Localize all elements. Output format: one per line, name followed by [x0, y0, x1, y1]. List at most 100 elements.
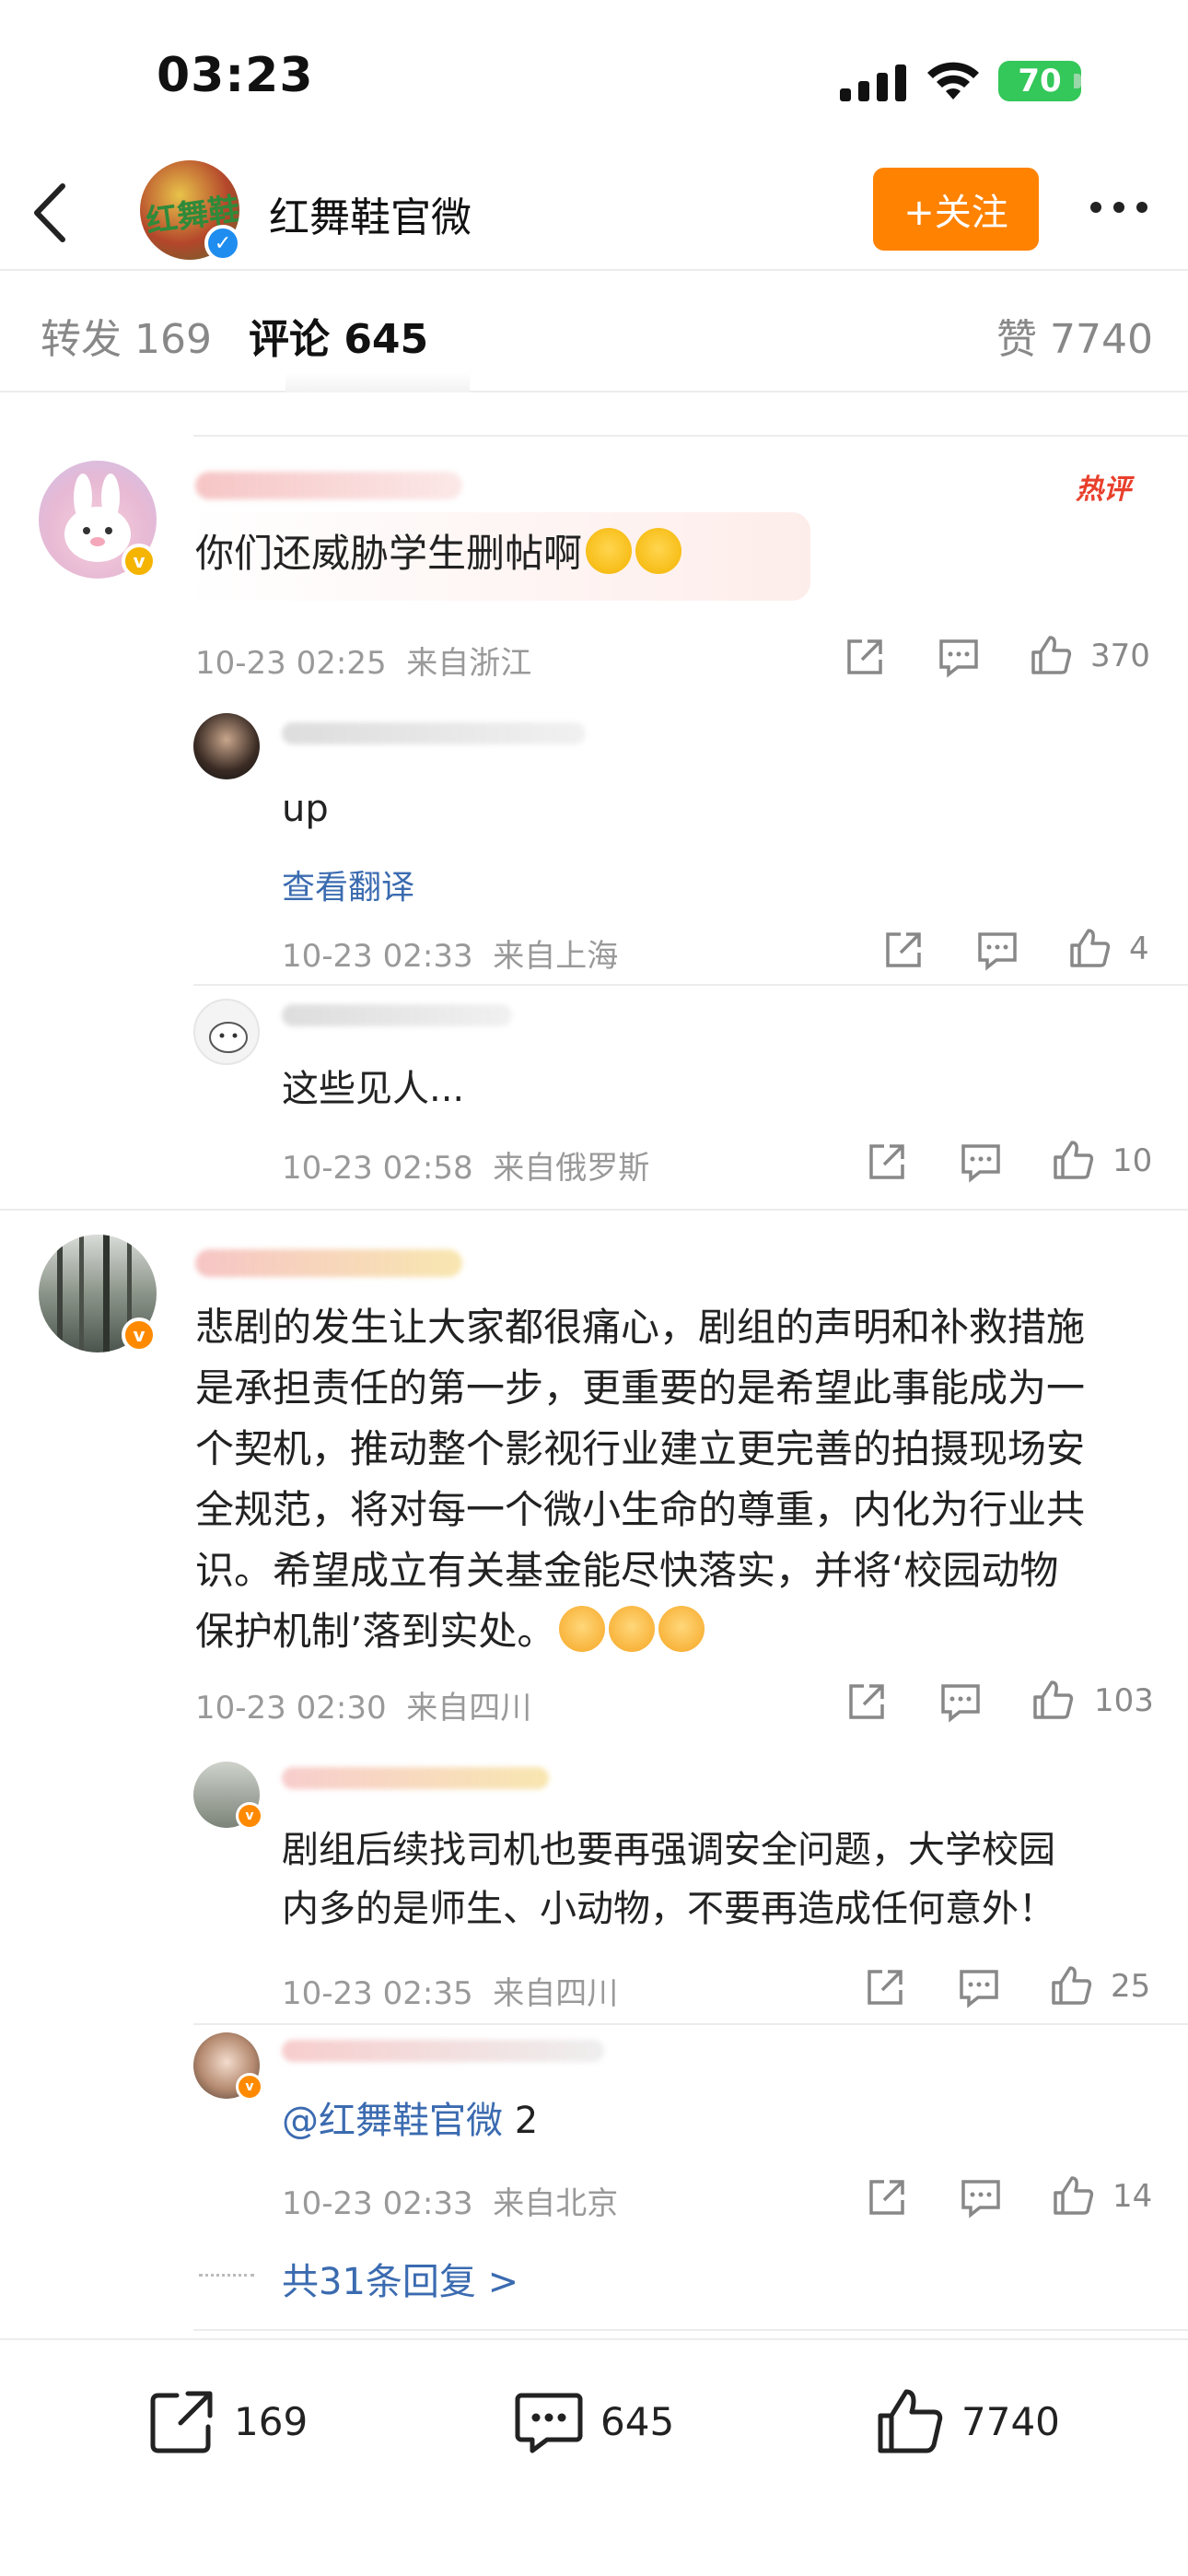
comment-text-content: 你们还威胁学生删帖啊 [195, 531, 583, 576]
sweat-emoji-icon [586, 528, 633, 574]
reply-line: 剧组后续找司机也要再强调安全问题，大学校园 [282, 1829, 1055, 1871]
reply-username-blurred[interactable] [282, 2040, 604, 2062]
comment-line: 是承担责任的第一步，更重要的是希望此事能成为一 [195, 1365, 1086, 1411]
mention-link[interactable]: @红舞鞋官微 [282, 2100, 503, 2142]
row-divider [193, 435, 1188, 437]
status-time: 03:23 [157, 48, 314, 103]
comment-line: 个契机，推动整个影视行业建立更完善的拍摄现场安 [195, 1426, 1086, 1471]
share-icon[interactable] [864, 1966, 906, 2008]
reply-time: 10-23 02:33 [282, 2185, 473, 2222]
share-icon[interactable] [866, 2176, 908, 2219]
reply-icon[interactable] [939, 1680, 982, 1723]
more-replies-dots [199, 2274, 254, 2277]
battery-tip [1074, 74, 1081, 88]
like-count: 7740 [961, 2398, 1060, 2444]
reply-meta: 10-23 02:58 来自俄罗斯 [282, 1142, 649, 1188]
like-count: 25 [1111, 1968, 1151, 2005]
reply-username-blurred[interactable] [282, 722, 586, 744]
like-count: 10 [1112, 1142, 1153, 1179]
share-icon [150, 2391, 213, 2453]
reply-icon[interactable] [960, 2176, 1002, 2219]
reply-avatar[interactable] [193, 713, 260, 779]
like-button[interactable]: 7740 [875, 2386, 1060, 2456]
comment-line: 悲剧的发生让大家都很痛心，剧组的声明和补救措施 [195, 1305, 1086, 1350]
header-divider [0, 269, 1188, 271]
comment-divider [0, 1209, 1188, 1211]
tab-likes[interactable]: 赞 7740 [996, 306, 1153, 365]
reply-time: 10-23 02:58 [282, 1150, 473, 1187]
more-options-icon[interactable] [1087, 193, 1151, 221]
like-icon[interactable] [1050, 1964, 1092, 2007]
reply-icon[interactable] [976, 929, 1019, 971]
comment-text: 你们还威胁学生删帖啊 [195, 523, 682, 584]
back-icon[interactable] [28, 181, 74, 245]
verified-badge-icon: ✓ [204, 225, 241, 262]
sweat-emoji-icon [635, 528, 682, 574]
follow-button[interactable]: +关注 [873, 168, 1039, 251]
verified-badge-icon: v [122, 544, 157, 579]
reply-meta: 10-23 02:35 来自四川 [282, 1968, 618, 2013]
reply-text: 剧组后续找司机也要再强调安全问题，大学校园 内多的是师生、小动物，不要再造成任何… [282, 1821, 1166, 1938]
reply-username-blurred[interactable] [282, 1004, 512, 1026]
row-divider [193, 2329, 1188, 2331]
verified-badge-icon: v [122, 1317, 157, 1352]
cellular-signal-icon [840, 64, 906, 101]
like-icon[interactable] [1052, 2174, 1094, 2217]
share-icon[interactable] [844, 636, 886, 678]
reply-time: 10-23 02:35 [282, 1975, 473, 2012]
username-blurred[interactable] [195, 1249, 462, 1277]
like-count: 370 [1090, 638, 1150, 674]
battery-level: 70 [998, 61, 1081, 101]
reply-text-content: 2 [503, 2100, 539, 2142]
comment-time: 10-23 02:30 [195, 1690, 387, 1727]
reply-text: up [282, 788, 329, 830]
comment-line: 保护机制’落到实处。 [195, 1609, 556, 1654]
tab-comments[interactable]: 评论 645 [249, 306, 428, 365]
wifi-icon [927, 62, 979, 100]
bottom-action-bar [0, 2338, 1188, 2576]
pray-emoji-icon [609, 1606, 656, 1652]
reply-text: @红舞鞋官微 2 [282, 2091, 538, 2150]
comment-meta: 10-23 02:25 来自浙江 [195, 638, 531, 683]
comment-line: 全规范，将对每一个微小生命的尊重，内化为行业共 [195, 1487, 1086, 1532]
repost-count: 169 [234, 2398, 309, 2444]
comment-icon [515, 2393, 583, 2453]
reply-username-blurred[interactable] [282, 1767, 549, 1789]
tabs-divider [0, 391, 1188, 392]
username-blurred[interactable] [195, 472, 462, 499]
cat-avatar-icon [209, 1022, 248, 1053]
like-icon[interactable] [1052, 1139, 1094, 1181]
hot-comment-badge: 热评 [1076, 474, 1131, 506]
tab-reposts[interactable]: 转发 169 [41, 306, 212, 365]
verified-badge-icon: v [236, 1802, 263, 1830]
clipped-previous-row [285, 372, 470, 392]
reply-meta: 10-23 02:33 来自北京 [282, 2178, 618, 2223]
like-icon[interactable] [1031, 1679, 1074, 1721]
comment-button[interactable]: 645 [514, 2386, 674, 2456]
page-title[interactable]: 红舞鞋官微 [269, 184, 472, 243]
comment-meta: 10-23 02:30 来自四川 [195, 1682, 531, 1727]
like-icon[interactable] [1068, 927, 1111, 969]
like-icon[interactable] [1030, 634, 1072, 676]
reply-line: 内多的是师生、小动物，不要再造成任何意外！ [282, 1888, 1055, 1930]
share-icon[interactable] [882, 929, 925, 971]
reply-icon[interactable] [938, 636, 980, 678]
reply-text: 这些见人... [282, 1068, 465, 1110]
share-icon[interactable] [866, 1141, 908, 1183]
reply-icon[interactable] [960, 1141, 1002, 1183]
comment-location: 来自四川 [406, 1690, 532, 1727]
reply-avatar[interactable] [193, 999, 260, 1065]
pray-emoji-icon [559, 1606, 606, 1652]
reply-icon[interactable] [958, 1966, 1000, 2008]
translate-link[interactable]: 查看翻译 [282, 861, 414, 908]
comment-count: 645 [600, 2398, 675, 2444]
like-count: 14 [1112, 2178, 1153, 2215]
repost-button[interactable]: 169 [147, 2386, 308, 2456]
reply-location: 来自俄罗斯 [493, 1150, 650, 1187]
reply-location: 来自四川 [493, 1975, 619, 2012]
reply-location: 来自北京 [493, 2185, 619, 2222]
like-count: 4 [1129, 931, 1149, 967]
share-icon[interactable] [845, 1680, 888, 1723]
more-replies-link[interactable]: 共31条回复 > [282, 2252, 518, 2305]
like-count: 103 [1094, 1682, 1154, 1719]
